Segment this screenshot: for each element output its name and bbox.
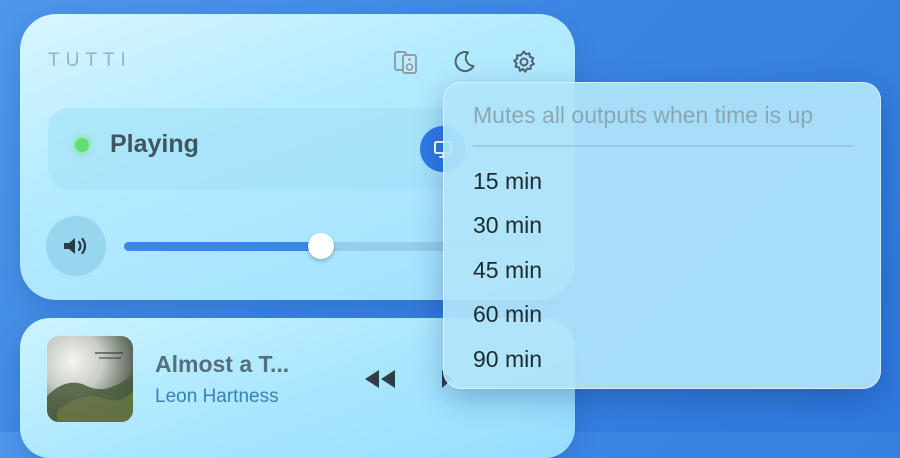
menu-divider — [473, 145, 853, 147]
track-artist[interactable]: Leon Hartness — [155, 386, 279, 408]
volume-mute-button[interactable] — [46, 216, 106, 276]
timer-option-45[interactable]: 45 min — [457, 249, 867, 289]
sleep-timer-menu-header: Mutes all outputs when time is up — [473, 102, 814, 128]
track-title: Almost a T... — [155, 351, 290, 377]
app-title: TUTTI — [48, 50, 132, 71]
volume-slider-fill — [124, 242, 321, 251]
timer-option-15[interactable]: 15 min — [457, 160, 867, 200]
rewind-icon — [365, 370, 395, 388]
moon-icon[interactable] — [450, 48, 478, 76]
album-artwork[interactable] — [47, 336, 133, 422]
status-label: Playing — [110, 130, 199, 158]
status-indicator-dot — [75, 138, 89, 152]
gear-icon[interactable] — [510, 48, 538, 76]
timer-option-90[interactable]: 90 min — [457, 338, 867, 378]
speaker-volume-icon — [64, 237, 87, 255]
sleep-timer-menu: Mutes all outputs when time is up 15 min… — [443, 82, 881, 389]
speakers-icon[interactable] — [392, 48, 420, 76]
rewind-button[interactable] — [360, 364, 400, 394]
volume-slider-thumb[interactable] — [308, 233, 334, 259]
timer-option-60[interactable]: 60 min — [457, 293, 867, 333]
timer-option-30[interactable]: 30 min — [457, 204, 867, 244]
